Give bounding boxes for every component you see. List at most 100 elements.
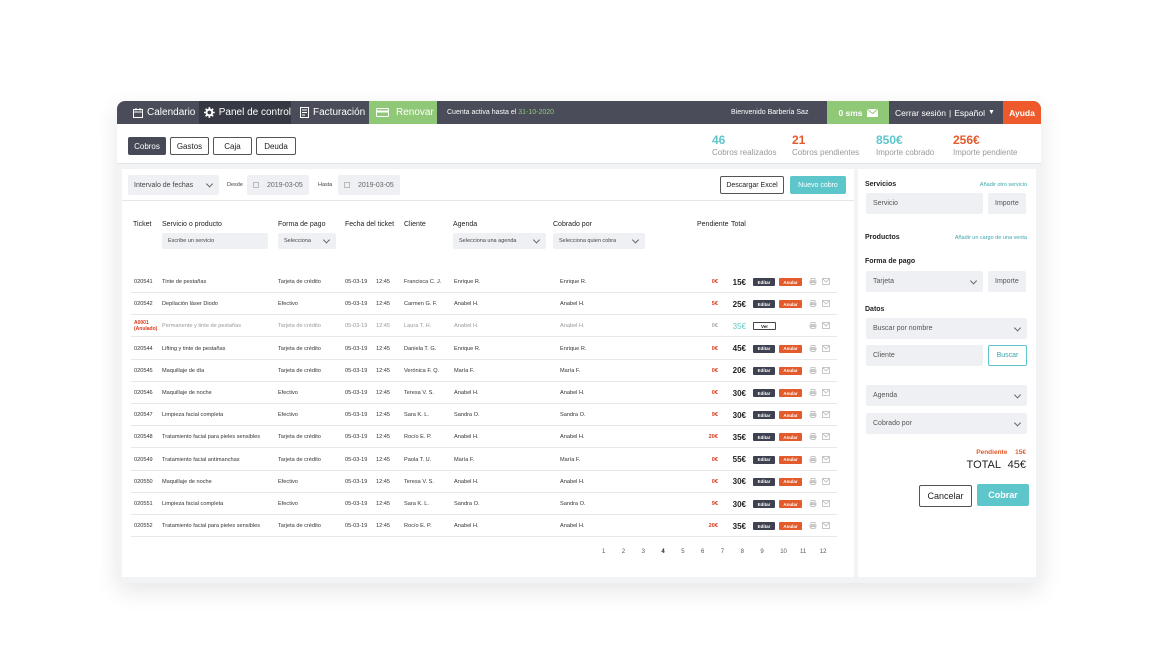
print-icon[interactable] bbox=[809, 433, 817, 441]
editar-button[interactable]: Editar bbox=[753, 389, 775, 397]
anular-button[interactable]: Anular bbox=[779, 389, 802, 397]
print-icon[interactable] bbox=[809, 477, 817, 485]
email-icon[interactable] bbox=[822, 477, 830, 485]
editar-button[interactable]: Editar bbox=[753, 411, 775, 420]
editar-button[interactable]: Editar bbox=[753, 433, 775, 442]
table-row[interactable]: 020548 Tratamiento facial para pieles sen… bbox=[131, 426, 837, 449]
buscar-button[interactable]: Buscar bbox=[988, 345, 1027, 366]
email-icon[interactable] bbox=[822, 344, 830, 352]
anular-button[interactable]: Anular bbox=[779, 344, 802, 353]
editar-button[interactable]: Editar bbox=[753, 455, 775, 464]
page-link[interactable]: 5 bbox=[681, 549, 684, 555]
page-link[interactable]: 6 bbox=[701, 549, 704, 555]
print-icon[interactable] bbox=[809, 322, 817, 330]
email-icon[interactable] bbox=[822, 300, 830, 308]
forma-pago-select[interactable]: Tarjeta bbox=[866, 271, 983, 292]
email-icon[interactable] bbox=[822, 278, 830, 285]
ver-button[interactable]: Ver bbox=[753, 322, 776, 331]
print-icon[interactable] bbox=[809, 366, 817, 374]
col-ticket[interactable]: Ticket bbox=[133, 221, 151, 228]
table-row[interactable]: 020552 Tratamiento facial para pieles sen… bbox=[131, 515, 837, 538]
page-link[interactable]: 2 bbox=[622, 549, 625, 555]
sms-counter[interactable]: 0 sms bbox=[827, 101, 889, 124]
tab-cobros[interactable]: Cobros bbox=[128, 137, 166, 155]
cerrar-sesion-link[interactable]: Cerrar sesión bbox=[895, 108, 946, 118]
table-row[interactable]: 020545 Maquillaje de día Tarjeta de crédit… bbox=[131, 360, 837, 382]
col-pendiente[interactable]: Pendiente bbox=[697, 221, 729, 228]
anular-button[interactable]: Anular bbox=[779, 278, 802, 286]
col-total[interactable]: Total bbox=[731, 221, 746, 228]
page-link[interactable]: 11 bbox=[800, 549, 806, 555]
page-link[interactable]: 3 bbox=[642, 549, 645, 555]
email-icon[interactable] bbox=[822, 522, 830, 530]
agenda-select[interactable]: Agenda bbox=[866, 385, 1027, 406]
table-row[interactable]: 020541 Tinte de pestañas Tarjeta de crédit… bbox=[131, 271, 837, 293]
print-icon[interactable] bbox=[809, 278, 817, 285]
col-cliente[interactable]: Cliente bbox=[404, 221, 426, 228]
editar-button[interactable]: Editar bbox=[753, 300, 775, 309]
col-agenda[interactable]: Agenda bbox=[453, 221, 477, 228]
table-row[interactable]: 020549 Tratamiento facial antimanchas Tarj… bbox=[131, 449, 837, 471]
email-icon[interactable] bbox=[822, 366, 830, 374]
table-row[interactable]: 020542 Depilación láser Diodo Efectivo 05-0… bbox=[131, 293, 837, 316]
page-link[interactable]: 8 bbox=[741, 549, 744, 555]
table-row[interactable]: 020546 Maquillaje de noche Efectivo 05-03-1… bbox=[131, 382, 837, 404]
filter-servicio-input[interactable]: Escribe un servicio bbox=[162, 233, 268, 249]
page-link[interactable]: 9 bbox=[760, 549, 763, 555]
add-servicio-link[interactable]: Añadir otro servicio bbox=[980, 182, 1027, 188]
page-link[interactable]: 4 bbox=[661, 549, 664, 555]
page-link[interactable]: 10 bbox=[780, 549, 787, 555]
email-icon[interactable] bbox=[822, 389, 830, 396]
anular-button[interactable]: Anular bbox=[779, 411, 802, 420]
date-interval-select[interactable]: Intervalo de fechas bbox=[128, 175, 219, 195]
anular-button[interactable]: Anular bbox=[779, 522, 802, 531]
tab-gastos[interactable]: Gastos bbox=[170, 137, 209, 155]
language-select[interactable]: Español bbox=[954, 108, 985, 118]
anular-button[interactable]: Anular bbox=[779, 300, 802, 309]
add-cargo-link[interactable]: Añadir un cargo de una venta bbox=[955, 235, 1027, 241]
cobrar-button[interactable]: Cobrar bbox=[977, 484, 1029, 506]
print-icon[interactable] bbox=[809, 500, 817, 507]
servicio-importe-input[interactable]: Importe bbox=[988, 193, 1026, 214]
print-icon[interactable] bbox=[809, 455, 817, 463]
cliente-input[interactable]: Cliente bbox=[866, 345, 983, 366]
print-icon[interactable] bbox=[809, 411, 817, 419]
email-icon[interactable] bbox=[822, 322, 830, 330]
anular-button[interactable]: Anular bbox=[779, 366, 802, 375]
hasta-date-field[interactable]: 2019-03-05 bbox=[338, 175, 400, 195]
email-icon[interactable] bbox=[822, 433, 830, 441]
table-row[interactable]: 020550 Maquillaje de noche Efectivo 05-03-1… bbox=[131, 471, 837, 493]
cobrado-por-select[interactable]: Cobrado por bbox=[866, 413, 1027, 434]
col-servicio[interactable]: Servicio o producto bbox=[162, 221, 222, 228]
page-link[interactable]: 7 bbox=[721, 549, 724, 555]
nav-facturacion[interactable]: Facturación bbox=[291, 101, 369, 124]
tab-deuda[interactable]: Deuda bbox=[256, 137, 296, 155]
page-link[interactable]: 12 bbox=[820, 549, 827, 555]
nav-panel-control[interactable]: Panel de control bbox=[199, 101, 291, 124]
nav-calendario[interactable]: Calendario bbox=[117, 101, 199, 124]
email-icon[interactable] bbox=[822, 455, 830, 463]
editar-button[interactable]: Editar bbox=[753, 500, 775, 508]
servicio-input[interactable]: Servicio bbox=[866, 193, 983, 214]
print-icon[interactable] bbox=[809, 522, 817, 530]
print-icon[interactable] bbox=[809, 389, 817, 396]
filter-agenda-select[interactable]: Selecciona una agenda bbox=[453, 233, 546, 249]
filter-forma-select[interactable]: Selecciona bbox=[278, 233, 336, 249]
desde-date-field[interactable]: 2019-03-05 bbox=[247, 175, 309, 195]
buscar-nombre-select[interactable]: Buscar por nombre bbox=[866, 318, 1027, 339]
forma-pago-importe-input[interactable]: Importe bbox=[988, 271, 1026, 292]
editar-button[interactable]: Editar bbox=[753, 366, 775, 375]
table-row[interactable]: 020551 Limpieza facial completa Efectivo 05… bbox=[131, 493, 837, 515]
cancelar-button[interactable]: Cancelar bbox=[919, 485, 972, 507]
anular-button[interactable]: Anular bbox=[779, 433, 802, 442]
print-icon[interactable] bbox=[809, 300, 817, 308]
anular-button[interactable]: Anular bbox=[779, 477, 802, 486]
col-cobrado-por[interactable]: Cobrado por bbox=[553, 221, 592, 228]
col-fecha[interactable]: Fecha del ticket bbox=[345, 221, 394, 228]
table-row[interactable]: 020547 Limpieza facial completa Efectivo 05… bbox=[131, 404, 837, 427]
anular-button[interactable]: Anular bbox=[779, 455, 802, 464]
nuevo-cobro-button[interactable]: Nuevo cobro bbox=[790, 176, 846, 194]
ayuda-button[interactable]: Ayuda bbox=[1003, 101, 1041, 124]
page-link[interactable]: 1 bbox=[602, 549, 605, 555]
print-icon[interactable] bbox=[809, 344, 817, 352]
